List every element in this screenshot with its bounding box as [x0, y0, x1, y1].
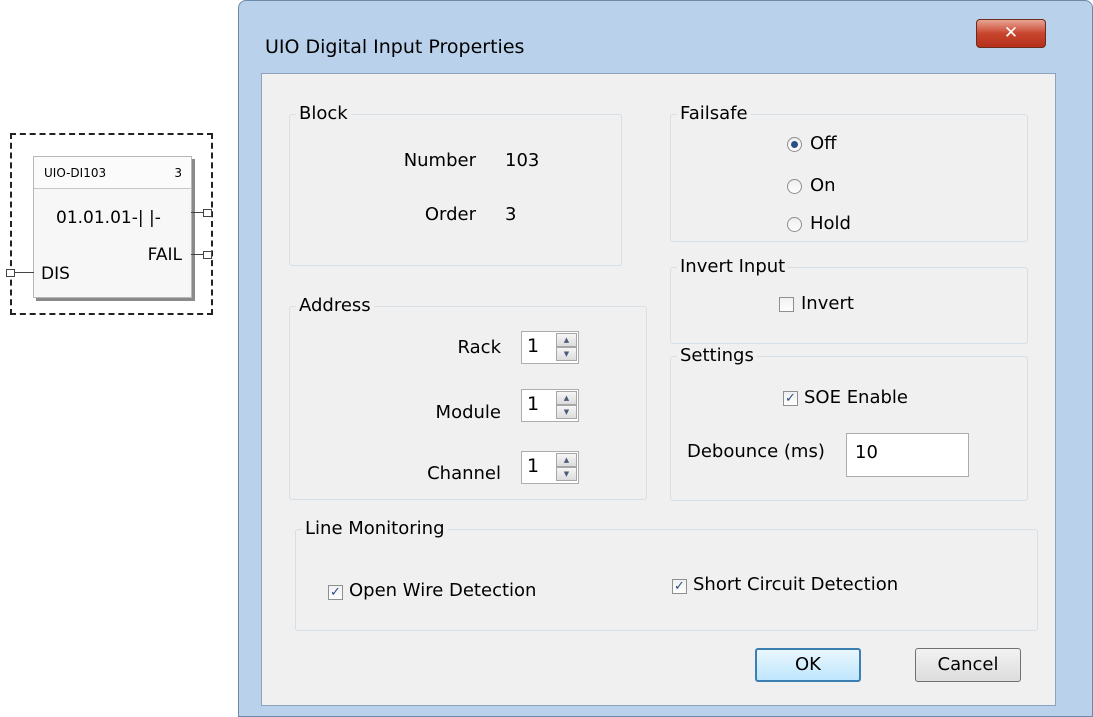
- short-circuit-label[interactable]: Short Circuit Detection: [693, 574, 898, 595]
- module-up-icon[interactable]: ▲: [556, 391, 577, 405]
- failsafe-group-label: Failsafe: [677, 102, 751, 126]
- failsafe-off-label[interactable]: Off: [810, 133, 837, 154]
- failsafe-on-label[interactable]: On: [810, 175, 836, 196]
- failsafe-hold-radio[interactable]: [787, 217, 802, 232]
- block-group-label: Block: [296, 102, 351, 126]
- channel-up-icon[interactable]: ▲: [556, 453, 577, 467]
- function-block-address: 01.01.01-| |-: [56, 208, 161, 228]
- rack-spinner[interactable]: 1 ▲ ▼: [521, 331, 579, 364]
- channel-label: Channel: [427, 463, 501, 484]
- function-block-order: 3: [174, 166, 182, 180]
- channel-down-icon[interactable]: ▼: [556, 467, 577, 481]
- rack-spin-buttons: ▲ ▼: [556, 333, 577, 362]
- close-button[interactable]: ✕: [976, 19, 1046, 48]
- address-group-label: Address: [296, 294, 374, 318]
- rack-down-icon[interactable]: ▼: [556, 347, 577, 361]
- block-number-label: Number: [403, 150, 476, 171]
- module-spinner[interactable]: 1 ▲ ▼: [521, 389, 579, 422]
- settings-group-label: Settings: [677, 344, 757, 368]
- line-monitoring-group: Line Monitoring ✓ Open Wire Detection ✓ …: [295, 517, 1038, 631]
- module-spin-buttons: ▲ ▼: [556, 391, 577, 420]
- module-label: Module: [435, 402, 501, 423]
- failsafe-hold-label[interactable]: Hold: [810, 213, 851, 234]
- failsafe-off-radio[interactable]: [787, 137, 802, 152]
- invert-label[interactable]: Invert: [801, 293, 854, 314]
- block-order-value: 3: [505, 204, 517, 225]
- module-value[interactable]: 1: [527, 393, 539, 415]
- block-number-value: 103: [505, 150, 540, 171]
- channel-spinner[interactable]: 1 ▲ ▼: [521, 451, 579, 484]
- soe-enable-checkbox[interactable]: ✓: [783, 391, 798, 406]
- block-order-label: Order: [424, 204, 476, 225]
- function-block-dis-label: DIS: [41, 264, 70, 284]
- channel-spin-buttons: ▲ ▼: [556, 453, 577, 482]
- function-block-fail-label: FAIL: [147, 245, 182, 265]
- rack-value[interactable]: 1: [527, 335, 539, 357]
- module-down-icon[interactable]: ▼: [556, 405, 577, 419]
- line-monitoring-group-label: Line Monitoring: [302, 517, 448, 541]
- rack-up-icon[interactable]: ▲: [556, 333, 577, 347]
- settings-group: Settings ✓ SOE Enable Debounce (ms) 10: [670, 344, 1028, 501]
- function-block-name: UIO-DI103: [44, 166, 107, 180]
- properties-dialog: UIO Digital Input Properties ✕ Block Num…: [238, 0, 1093, 717]
- address-group: Address Rack 1 ▲ ▼ Module 1 ▲ ▼ Channel …: [289, 294, 647, 500]
- rack-label: Rack: [457, 337, 501, 358]
- debounce-label: Debounce (ms): [687, 441, 825, 462]
- open-wire-checkbox[interactable]: ✓: [328, 585, 343, 600]
- block-group: Block Number 103 Order 3: [289, 102, 622, 266]
- short-circuit-checkbox[interactable]: ✓: [672, 579, 687, 594]
- function-block[interactable]: UIO-DI103 3 01.01.01-| |- FAIL DIS: [33, 156, 192, 298]
- dis-pin-line: [14, 272, 34, 273]
- function-block-header: UIO-DI103 3: [34, 157, 191, 189]
- failsafe-group: Failsafe Off On Hold: [670, 102, 1028, 242]
- open-wire-label[interactable]: Open Wire Detection: [349, 580, 536, 601]
- invert-checkbox[interactable]: [779, 297, 794, 312]
- output-pin-icon[interactable]: [203, 209, 212, 217]
- cancel-button[interactable]: Cancel: [915, 648, 1021, 682]
- dialog-client-area: Block Number 103 Order 3 Address Rack 1 …: [261, 73, 1056, 706]
- debounce-value[interactable]: 10: [855, 442, 878, 463]
- debounce-input[interactable]: 10: [846, 433, 969, 477]
- channel-value[interactable]: 1: [527, 455, 539, 477]
- failsafe-on-radio[interactable]: [787, 179, 802, 194]
- dis-pin-icon[interactable]: [6, 269, 15, 277]
- fail-pin-icon[interactable]: [203, 251, 212, 259]
- dialog-title: UIO Digital Input Properties: [265, 36, 525, 58]
- soe-enable-label[interactable]: SOE Enable: [804, 387, 908, 408]
- ok-button[interactable]: OK: [755, 648, 861, 682]
- x-icon: ✕: [1003, 23, 1019, 43]
- invert-input-group-label: Invert Input: [677, 255, 789, 279]
- invert-input-group: Invert Input Invert: [670, 255, 1028, 344]
